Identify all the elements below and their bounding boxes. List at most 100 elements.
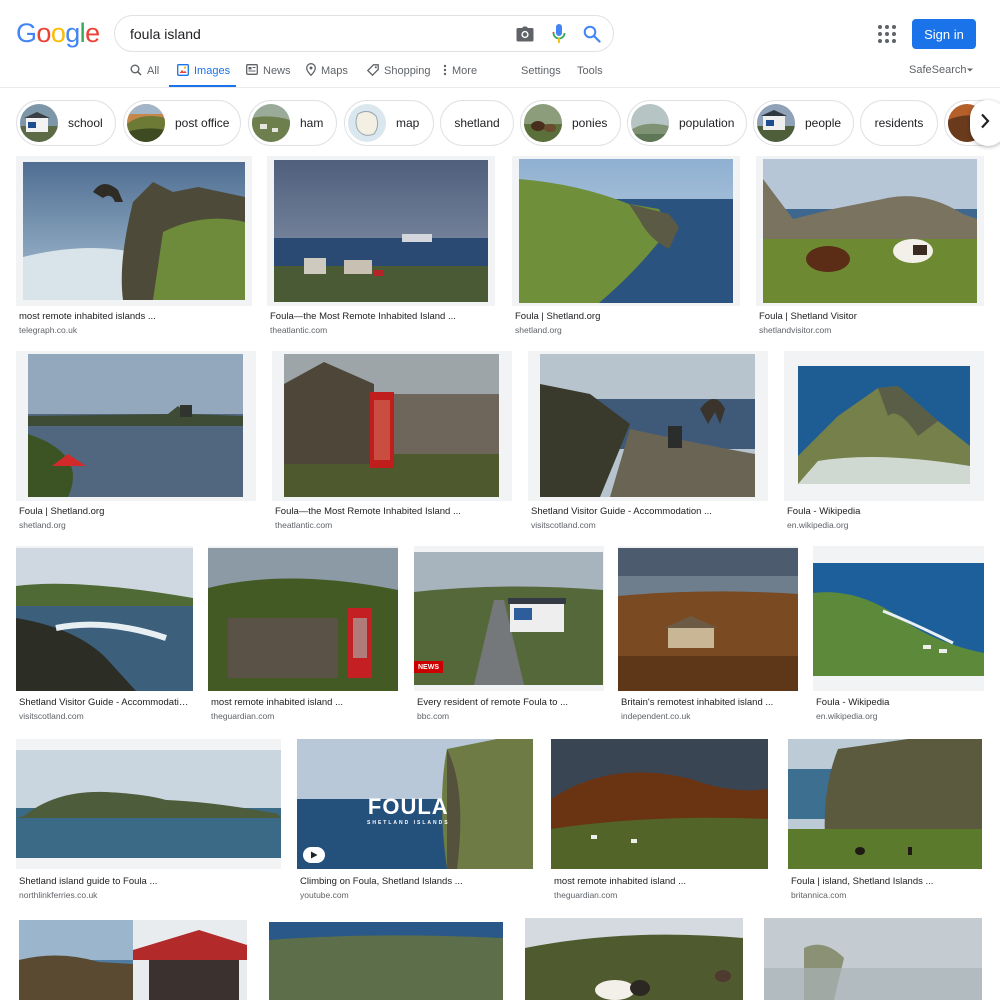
result-title: Every resident of remote Foula to ... xyxy=(417,697,569,708)
tag-icon xyxy=(366,63,384,79)
chip-shetland[interactable]: shetland xyxy=(440,100,514,146)
result-title: Foula - Wikipedia xyxy=(787,506,861,517)
tab-maps[interactable]: Maps xyxy=(306,62,348,80)
result-thumbnail[interactable] xyxy=(269,922,503,1000)
result-source: telegraph.co.uk xyxy=(19,325,78,335)
result-source: en.wikipedia.org xyxy=(787,520,849,530)
result-thumbnail[interactable] xyxy=(764,918,982,1000)
result-thumbnail[interactable]: NEWS xyxy=(414,552,603,685)
tab-label: All xyxy=(147,65,160,77)
play-icon[interactable] xyxy=(303,847,325,863)
result-title: Shetland island guide to Foula ... xyxy=(19,876,158,887)
search-box[interactable] xyxy=(114,15,614,52)
result-thumbnail[interactable] xyxy=(798,366,970,484)
result-thumbnail[interactable] xyxy=(763,159,977,303)
tab-more[interactable]: More xyxy=(443,62,477,80)
result-title: most remote inhabited island ... xyxy=(211,697,344,708)
search-tabs: All Images News Maps Shopping More Setti… xyxy=(0,56,1000,88)
result-title: Britain's remotest inhabited island ... xyxy=(621,697,774,708)
result-title: Foula—the Most Remote Inhabited Island .… xyxy=(270,311,456,322)
result-source: theatlantic.com xyxy=(270,325,328,335)
result-thumbnail[interactable] xyxy=(274,160,488,302)
caret-down-icon xyxy=(966,64,974,76)
search-input[interactable] xyxy=(130,16,500,51)
chip-ham[interactable]: ham xyxy=(248,100,337,146)
result-source: northlinkferries.co.uk xyxy=(19,890,98,900)
chip-residents[interactable]: residents xyxy=(860,100,938,146)
tab-label: Shopping xyxy=(384,65,431,77)
result-title: Climbing on Foula, Shetland Islands ... xyxy=(300,876,463,887)
result-thumbnail[interactable] xyxy=(208,548,398,691)
result-source: theatlantic.com xyxy=(275,520,333,530)
tab-label: News xyxy=(263,65,291,77)
chip-label: ham xyxy=(300,116,324,130)
tab-shopping[interactable]: Shopping xyxy=(366,62,431,80)
chip-thumbnail xyxy=(127,104,165,142)
result-thumbnail[interactable] xyxy=(551,739,768,869)
more-vert-icon xyxy=(443,64,452,79)
result-thumbnail[interactable]: FOULA SHETLAND ISLANDS xyxy=(297,739,533,869)
tab-news[interactable]: News xyxy=(246,62,291,80)
result-thumbnail[interactable] xyxy=(19,920,247,1000)
result-thumbnail[interactable] xyxy=(23,162,245,300)
google-logo[interactable]: Google xyxy=(16,18,100,49)
result-thumbnail[interactable] xyxy=(540,354,755,497)
result-thumbnail[interactable] xyxy=(813,563,984,676)
sign-in-button[interactable]: Sign in xyxy=(912,19,976,49)
tab-label: Images xyxy=(194,65,231,77)
tools-link[interactable]: Tools xyxy=(577,62,603,80)
result-thumbnail[interactable] xyxy=(525,918,743,1000)
chip-school[interactable]: school xyxy=(16,100,116,146)
chip-post-office[interactable]: post office xyxy=(123,100,241,146)
chip-label: school xyxy=(68,116,103,130)
chip-label: residents xyxy=(874,116,924,130)
result-thumbnail[interactable] xyxy=(519,159,733,303)
result-source: theguardian.com xyxy=(554,890,618,900)
overlay-title: FOULA xyxy=(367,794,449,819)
chip-population[interactable]: population xyxy=(627,100,747,146)
result-title: most remote inhabited islands ... xyxy=(19,311,156,322)
chip-label: post office xyxy=(175,116,230,130)
chip-thumbnail xyxy=(757,104,795,142)
chip-ponies[interactable]: ponies xyxy=(520,100,621,146)
settings-link[interactable]: Settings xyxy=(521,62,561,80)
chip-label: ponies xyxy=(572,116,608,130)
search-icon[interactable] xyxy=(582,24,602,44)
result-title: Foula | island, Shetland Islands ... xyxy=(791,876,934,887)
bbc-news-badge: NEWS xyxy=(414,661,443,673)
chevron-right-icon xyxy=(980,113,990,134)
related-chips: school post office ham map shetland poni… xyxy=(0,98,1000,150)
safesearch-dropdown[interactable]: SafeSearch xyxy=(909,64,974,76)
result-thumbnail[interactable] xyxy=(788,739,982,869)
result-title: Shetland Visitor Guide - Accommodation .… xyxy=(531,506,712,517)
result-title: Foula | Shetland.org xyxy=(19,506,105,517)
result-thumbnail[interactable] xyxy=(16,548,193,691)
logo-letter: G xyxy=(16,18,37,48)
chip-label: map xyxy=(396,116,420,130)
result-source: shetland.org xyxy=(19,520,66,530)
chip-people[interactable]: people xyxy=(753,100,854,146)
result-thumbnail[interactable] xyxy=(16,750,281,858)
chip-label: population xyxy=(679,116,735,130)
result-source: en.wikipedia.org xyxy=(816,711,878,721)
result-source: visitscotland.com xyxy=(531,520,596,530)
result-title: most remote inhabited island ... xyxy=(554,876,687,887)
result-source: shetlandvisitor.com xyxy=(759,325,832,335)
news-icon xyxy=(246,64,263,78)
chips-next-button[interactable] xyxy=(970,100,1000,146)
chip-map[interactable]: map xyxy=(344,100,434,146)
logo-letter: e xyxy=(85,18,100,48)
logo-letter: o xyxy=(50,18,66,48)
result-thumbnail[interactable] xyxy=(618,548,798,691)
result-thumbnail[interactable] xyxy=(284,354,499,497)
apps-grid-icon[interactable] xyxy=(877,24,897,44)
camera-icon[interactable] xyxy=(515,24,535,44)
result-thumbnail[interactable] xyxy=(28,354,243,497)
tab-images[interactable]: Images xyxy=(177,62,230,80)
chip-thumbnail xyxy=(348,104,386,142)
microphone-icon[interactable] xyxy=(549,24,569,44)
tab-all[interactable]: All xyxy=(130,62,159,80)
overlay-subtitle: SHETLAND ISLANDS xyxy=(367,820,450,826)
chip-thumbnail xyxy=(631,104,669,142)
chip-label: people xyxy=(805,116,842,130)
